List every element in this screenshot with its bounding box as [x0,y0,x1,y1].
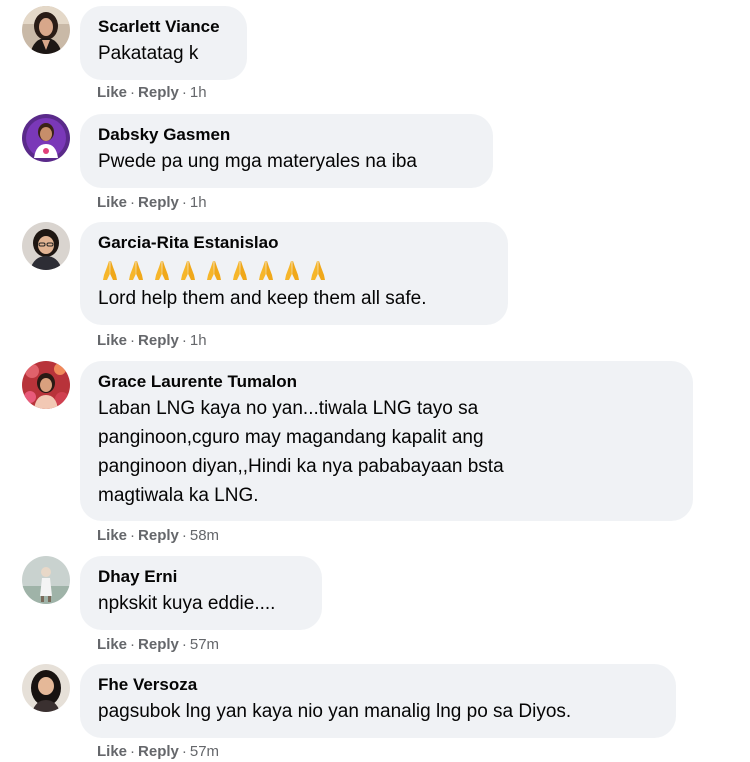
separator: · [130,84,136,101]
avatar[interactable] [22,114,70,162]
folded-hands-icon [259,261,273,280]
comment-actions: Like · Reply · 1h [97,83,207,103]
folded-hands-icon [233,261,247,280]
comment-bubble: Scarlett Viance Pakatatag k [80,6,247,80]
profile-photo-icon [22,556,70,604]
folded-hands-icon [103,261,117,280]
reply-button[interactable]: Reply [138,332,179,349]
separator: · [130,743,136,760]
comment-bubble: Dhay Erni npkskit kuya eddie.... [80,556,322,630]
comment-actions: Like · Reply · 57m [97,635,219,655]
profile-photo-icon [22,114,70,162]
comment-text: pagsubok lng yan kaya nio yan manalig ln… [98,701,572,722]
like-button[interactable]: Like [97,332,127,349]
avatar[interactable] [22,556,70,604]
comment-timestamp[interactable]: 57m [190,636,219,653]
comment-timestamp[interactable]: 1h [190,194,207,211]
like-button[interactable]: Like [97,527,127,544]
separator: · [130,636,136,653]
like-button[interactable]: Like [97,743,127,760]
folded-hands-icon [129,261,143,280]
separator: · [130,194,136,211]
comment-list: Scarlett Viance Pakatatag k Like · Reply · 1… [0,0,750,762]
folded-hands-icon [181,261,195,280]
reply-button[interactable]: Reply [138,84,179,101]
comment-author[interactable]: Dabsky Gasmen [98,124,475,146]
folded-hands-icon [155,261,169,280]
profile-photo-icon [22,664,70,712]
comment-text-line: panginoon,cguro may magandang kapalit an… [98,427,484,448]
profile-photo-icon [22,361,70,409]
reply-button[interactable]: Reply [138,636,179,653]
comment-text: Lord help them and keep them all safe. [98,288,427,309]
avatar[interactable] [22,361,70,409]
comment-bubble: Garcia-Rita Estanislao Lord help them an… [80,222,508,325]
comment-timestamp[interactable]: 58m [190,527,219,544]
separator: · [181,636,187,653]
comment-bubble: Grace Laurente Tumalon Laban LNG kaya no… [80,361,693,521]
separator: · [130,527,136,544]
separator: · [181,527,187,544]
separator: · [181,194,187,211]
comment-actions: Like · Reply · 1h [97,193,207,213]
comment-text: Pakatatag k [98,43,199,64]
comment-actions: Like · Reply · 57m [97,742,219,762]
folded-hands-icon [207,261,221,280]
comment-bubble: Dabsky Gasmen Pwede pa ung mga materyale… [80,114,493,188]
separator: · [181,84,187,101]
comment-author[interactable]: Fhe Versoza [98,674,658,696]
reply-button[interactable]: Reply [138,194,179,211]
folded-hands-icon [311,261,325,280]
avatar[interactable] [22,222,70,270]
avatar[interactable] [22,664,70,712]
comment-text-line: panginoon diyan,,Hindi ka nya pababayaan… [98,456,504,477]
separator: · [181,743,187,760]
like-button[interactable]: Like [97,194,127,211]
comment-text: Pwede pa ung mga materyales na iba [98,151,417,172]
folded-hands-icon [285,261,299,280]
comment-bubble: Fhe Versoza pagsubok lng yan kaya nio ya… [80,664,676,738]
comment-timestamp[interactable]: 1h [190,332,207,349]
profile-photo-icon [22,222,70,270]
comment-text-line: Laban LNG kaya no yan...tiwala LNG tayo … [98,398,479,419]
like-button[interactable]: Like [97,84,127,101]
comment-actions: Like · Reply · 1h [97,331,207,351]
comment-author[interactable]: Dhay Erni [98,566,304,588]
separator: · [181,332,187,349]
comment-timestamp[interactable]: 57m [190,743,219,760]
reply-button[interactable]: Reply [138,527,179,544]
comment-text: npkskit kuya eddie.... [98,593,276,614]
avatar[interactable] [22,6,70,54]
emoji-row [98,256,490,284]
comment-actions: Like · Reply · 58m [97,526,219,546]
separator: · [130,332,136,349]
comment-author[interactable]: Scarlett Viance [98,16,229,38]
comment-author[interactable]: Garcia-Rita Estanislao [98,232,490,254]
comment-text-line: magtiwala ka LNG. [98,485,259,506]
comment-author[interactable]: Grace Laurente Tumalon [98,371,675,393]
comment-timestamp[interactable]: 1h [190,84,207,101]
profile-photo-icon [22,6,70,54]
like-button[interactable]: Like [97,636,127,653]
reply-button[interactable]: Reply [138,743,179,760]
